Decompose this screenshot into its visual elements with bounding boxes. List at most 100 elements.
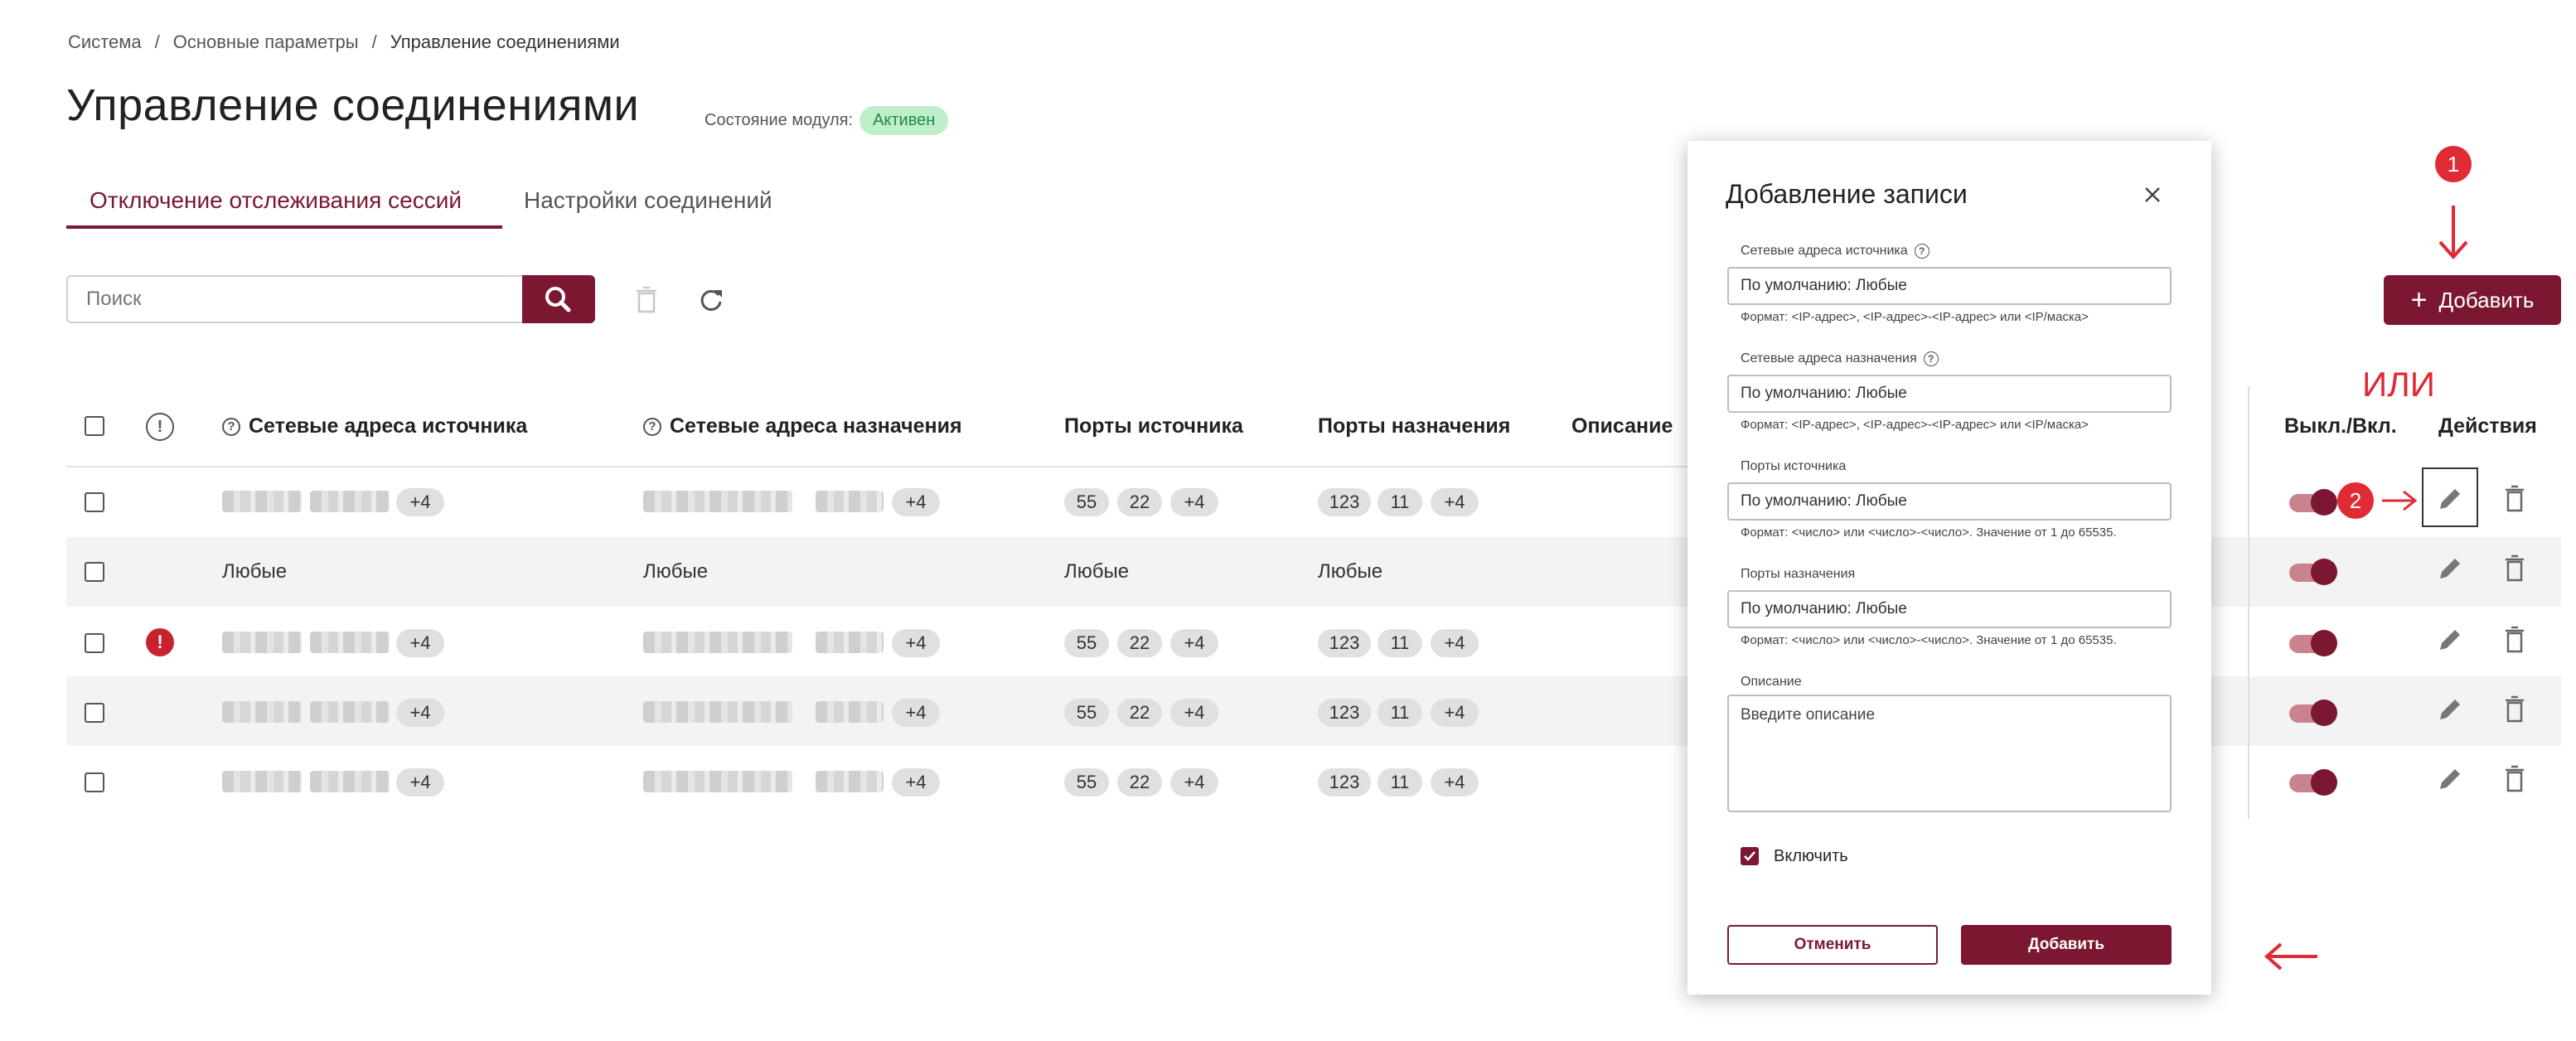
breadcrumb-separator: /: [154, 31, 160, 52]
close-icon[interactable]: [2138, 181, 2167, 209]
col-header-src-ports[interactable]: Порты источника: [1064, 414, 1243, 438]
more-chip[interactable]: +4: [396, 629, 444, 657]
row-checkbox[interactable]: [85, 633, 104, 653]
breadcrumb: Система / Основные параметры / Управление со…: [68, 31, 620, 53]
more-chip[interactable]: +4: [1170, 768, 1218, 796]
src-addr-help: Формат: <IP-адрес>, <IP-адрес>-<IP-адрес…: [1741, 310, 2089, 324]
trash-icon[interactable]: [2498, 693, 2531, 726]
edit-icon[interactable]: [2433, 623, 2467, 656]
more-chip[interactable]: +4: [1431, 768, 1479, 796]
more-chip[interactable]: +4: [1170, 629, 1218, 657]
more-chip[interactable]: +4: [396, 768, 444, 796]
dst-ports-help: Формат: <число> или <число>-<число>. Зна…: [1741, 633, 2117, 647]
blurred-address: [643, 491, 792, 512]
breadcrumb-main-params[interactable]: Основные параметры: [173, 31, 359, 52]
breadcrumb-system[interactable]: Система: [68, 31, 142, 52]
src-ports-value: Любые: [1064, 560, 1130, 583]
check-icon: [1744, 851, 1755, 861]
enable-toggle[interactable]: [2289, 489, 2337, 516]
edit-icon[interactable]: [2433, 693, 2467, 726]
delete-icon: [637, 286, 656, 313]
help-icon: ?: [222, 417, 240, 436]
trash-icon[interactable]: [2498, 552, 2531, 585]
port-chip: 123: [1318, 768, 1371, 796]
submit-add-button[interactable]: Добавить: [1961, 925, 2172, 965]
more-chip[interactable]: +4: [1170, 488, 1218, 516]
col-header-dst-ports[interactable]: Порты назначения: [1318, 414, 1510, 438]
blurred-address: [222, 632, 302, 653]
tab-connection-settings[interactable]: Настройки соединений: [524, 187, 772, 214]
blurred-address: [643, 632, 792, 653]
blurred-address: [310, 771, 390, 792]
delete-selected-button[interactable]: [630, 283, 663, 317]
col-header-dst-addr[interactable]: ? Сетевые адреса назначения: [643, 414, 962, 438]
port-chip: 55: [1064, 629, 1109, 657]
src-addr-field-label: Сетевые адреса источника?: [1741, 244, 1930, 259]
edit-icon[interactable]: [2433, 763, 2467, 796]
add-button[interactable]: + Добавить: [2384, 275, 2561, 325]
more-chip[interactable]: +4: [892, 488, 940, 516]
description-textarea[interactable]: Введите описание: [1727, 695, 2172, 812]
breadcrumb-separator: /: [371, 31, 377, 52]
port-chip: 22: [1117, 768, 1162, 796]
more-chip[interactable]: +4: [1431, 488, 1479, 516]
help-icon[interactable]: ?: [1914, 244, 1930, 259]
port-chip: 11: [1378, 629, 1422, 657]
enable-toggle[interactable]: [2289, 769, 2337, 796]
row-checkbox[interactable]: [85, 562, 104, 582]
help-icon: ?: [643, 417, 661, 436]
src-addr-input[interactable]: По умолчанию: Любые: [1727, 267, 2172, 305]
tab-session-tracking[interactable]: Отключение отслеживания сессий: [90, 187, 462, 214]
col-header-description[interactable]: Описание: [1571, 414, 1673, 438]
breadcrumb-current: Управление соединениями: [390, 31, 620, 52]
enable-toggle[interactable]: [2289, 630, 2337, 656]
search-button[interactable]: [522, 275, 595, 323]
row-checkbox[interactable]: [85, 703, 104, 723]
port-chip: 11: [1378, 488, 1422, 516]
annotation-or: ИЛИ: [2362, 365, 2435, 404]
trash-icon[interactable]: [2498, 763, 2531, 796]
alert-icon: !: [146, 628, 174, 656]
cancel-button[interactable]: Отменить: [1727, 925, 1938, 965]
dst-addr-input[interactable]: По умолчанию: Любые: [1727, 375, 2172, 413]
port-chip: 11: [1378, 768, 1422, 796]
status-badge: Активен: [859, 106, 949, 135]
more-chip[interactable]: +4: [396, 699, 444, 727]
src-ports-input[interactable]: По умолчанию: Любые: [1727, 482, 2172, 520]
trash-icon[interactable]: [2498, 482, 2531, 516]
edit-icon[interactable]: [2433, 482, 2467, 516]
edit-icon[interactable]: [2433, 552, 2467, 585]
port-chip: 11: [1378, 699, 1422, 727]
more-chip[interactable]: +4: [1431, 629, 1479, 657]
more-chip[interactable]: +4: [1431, 699, 1479, 727]
more-chip[interactable]: +4: [892, 629, 940, 657]
more-chip[interactable]: +4: [892, 768, 940, 796]
enable-checkbox[interactable]: [1741, 847, 1759, 865]
port-chip: 22: [1117, 629, 1162, 657]
row-checkbox[interactable]: [85, 772, 104, 792]
row-checkbox[interactable]: [85, 492, 104, 512]
enable-toggle[interactable]: [2289, 559, 2337, 585]
dst-ports-input[interactable]: По умолчанию: Любые: [1727, 590, 2172, 628]
more-chip[interactable]: +4: [396, 488, 444, 516]
dialog-title: Добавление записи: [1726, 179, 1968, 209]
blurred-address: [310, 701, 390, 723]
col-header-src-addr[interactable]: ? Сетевые адреса источника: [222, 414, 527, 438]
help-icon[interactable]: ?: [1923, 351, 1939, 366]
trash-icon[interactable]: [2498, 623, 2531, 656]
annotation-marker-1: 1: [2435, 146, 2472, 182]
page-title: Управление соединениями: [66, 80, 640, 130]
alert-column-icon: !: [146, 413, 174, 441]
search-icon: [545, 287, 571, 312]
search-input[interactable]: [66, 275, 524, 323]
refresh-button[interactable]: [695, 283, 728, 317]
more-chip[interactable]: +4: [1170, 699, 1218, 727]
port-chip: 22: [1117, 488, 1162, 516]
col-header-actions: Действия: [2438, 414, 2537, 438]
arrow-left-icon: [2264, 942, 2317, 971]
enable-checkbox-label: Включить: [1774, 847, 1848, 865]
sticky-column-divider: [2248, 386, 2249, 819]
select-all-checkbox[interactable]: [85, 416, 104, 436]
enable-toggle[interactable]: [2289, 700, 2337, 726]
more-chip[interactable]: +4: [892, 699, 940, 727]
